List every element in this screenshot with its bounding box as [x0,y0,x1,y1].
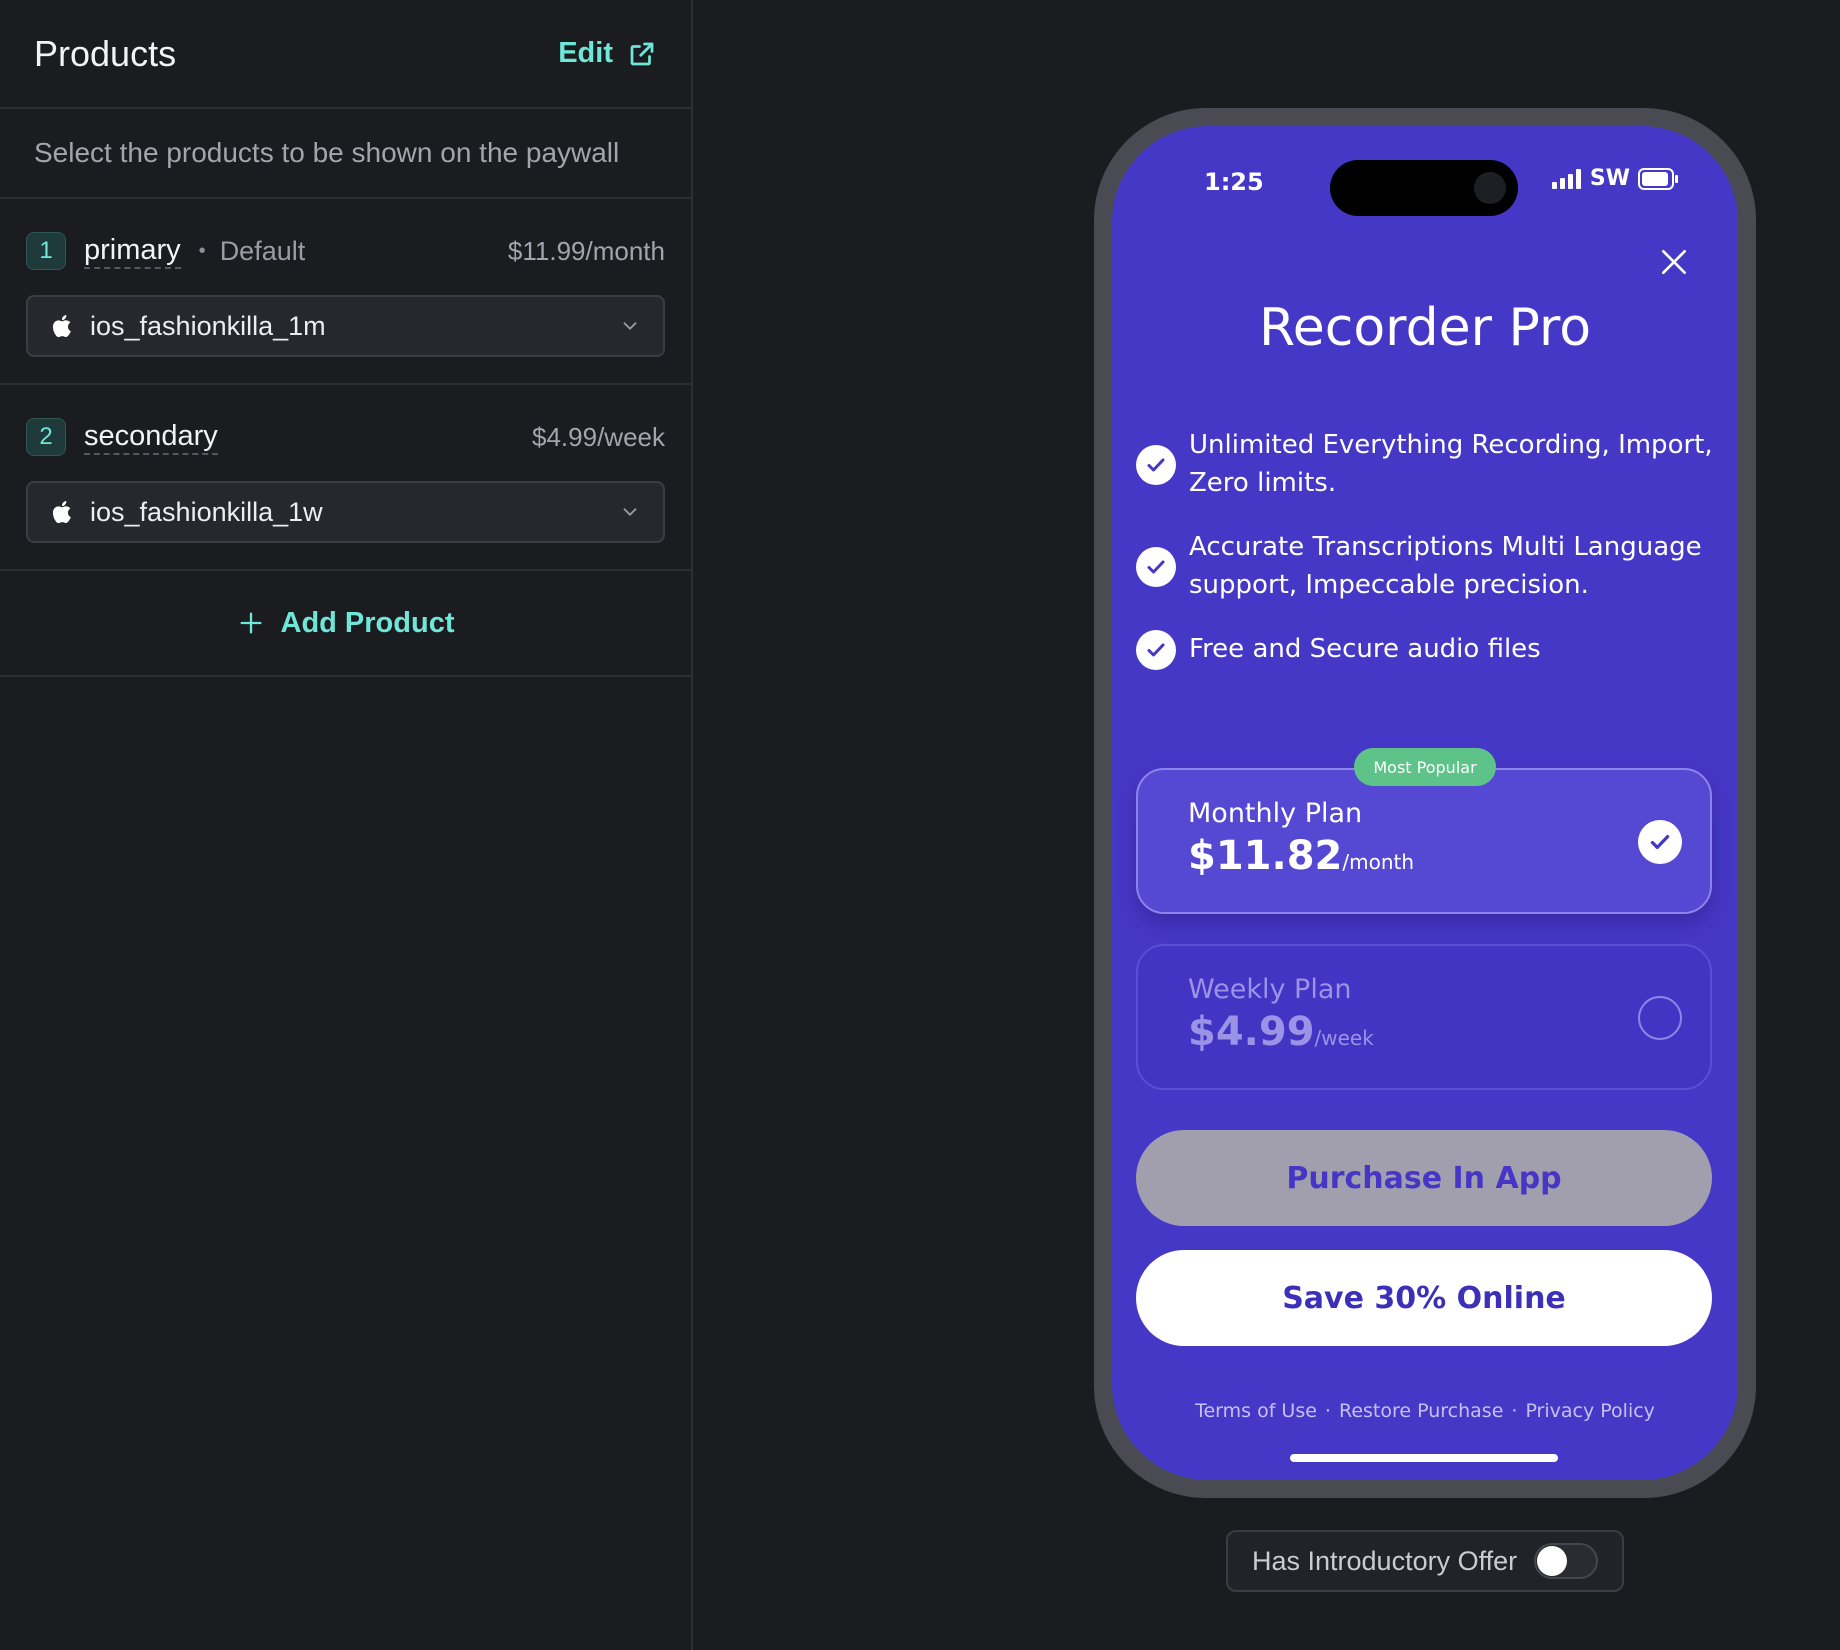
paywall-screen: 1:25 SW Recorder Pro Unlimited Everythin… [1112,126,1738,1480]
panel-title: Products [34,32,177,74]
privacy-policy-link[interactable]: Privacy Policy [1525,1400,1654,1422]
edit-label: Edit [558,37,613,69]
phone-preview: 1:25 SW Recorder Pro Unlimited Everythin… [1094,108,1756,1498]
plan-name: Weekly Plan [1188,974,1352,1005]
dynamic-island [1330,160,1518,216]
feature-text: Accurate Transcriptions Multi Language s… [1189,532,1702,600]
product-number-badge: 2 [26,418,66,456]
product-price: $11.99/month [507,235,665,266]
feature-text: Free and Secure audio files [1189,634,1541,664]
close-icon[interactable] [1658,246,1690,278]
product-name[interactable]: secondary [84,419,218,455]
selected-check-icon [1638,820,1682,864]
radio-circle-icon [1638,996,1682,1040]
product-number-badge: 1 [26,232,66,270]
purchase-in-app-button[interactable]: Purchase In App [1136,1130,1712,1226]
home-indicator [1290,1454,1558,1462]
product-price: $4.99/week [532,421,665,452]
products-panel: Products Edit Select the products to be … [0,0,693,1650]
feature-item: Free and Secure audio files [1136,630,1714,670]
separator-dot: • [198,239,206,262]
apple-icon [52,501,71,524]
signal-icon [1551,168,1581,189]
terms-link[interactable]: Terms of Use [1195,1400,1317,1422]
product-item-primary: 1 primary • Default $11.99/month ios_fas… [0,199,691,385]
external-link-icon [630,42,654,65]
plan-price: $4.99 [1188,1009,1315,1055]
plus-icon [240,612,261,634]
footer-separator: · [1324,1400,1331,1422]
check-circle-icon [1136,445,1176,485]
feature-item: Unlimited Everything Recording, Import, … [1136,426,1714,502]
panel-description: Select the products to be shown on the p… [0,109,691,199]
feature-text: Unlimited Everything Recording, Import, … [1189,430,1713,498]
status-indicators: SW [1551,166,1678,191]
restore-purchase-link[interactable]: Restore Purchase [1339,1400,1503,1422]
footer-separator: · [1511,1400,1518,1422]
edit-button[interactable]: Edit [558,37,657,70]
product-select-secondary[interactable]: ios_fashionkilla_1w [26,481,665,543]
chevron-down-icon [623,508,637,516]
chevron-down-icon [623,322,637,330]
plan-price-row: $11.82/month [1188,833,1660,879]
product-id-value: ios_fashionkilla_1w [90,496,323,527]
plan-period: /week [1314,1026,1374,1050]
introductory-offer-control: Has Introductory Offer [1226,1530,1624,1592]
carrier-label: SW [1589,166,1630,191]
product-item-secondary: 2 secondary $4.99/week ios_fashionkilla_… [0,385,691,571]
introductory-offer-label: Has Introductory Offer [1252,1545,1518,1576]
save-online-button[interactable]: Save 30% Online [1136,1250,1712,1346]
most-popular-badge: Most Popular [1354,748,1496,786]
products-header: Products Edit [0,0,691,109]
check-circle-icon [1136,630,1176,670]
product-name[interactable]: primary [84,233,181,269]
product-id-value: ios_fashionkilla_1m [90,310,326,341]
feature-list: Unlimited Everything Recording, Import, … [1136,426,1714,696]
toggle-knob [1537,1546,1567,1576]
add-product-label: Add Product [280,606,455,639]
footer-links: Terms of Use · Restore Purchase · Privac… [1112,1400,1738,1422]
paywall-title: Recorder Pro [1258,298,1592,358]
add-product-button[interactable]: Add Product [0,571,691,677]
plan-name: Monthly Plan [1188,798,1363,829]
check-circle-icon [1136,547,1176,587]
camera-dot [1474,172,1506,204]
default-tag: Default [219,235,306,266]
feature-item: Accurate Transcriptions Multi Language s… [1136,528,1714,604]
plan-price: $11.82 [1188,833,1343,879]
product-select-primary[interactable]: ios_fashionkilla_1m [26,295,665,357]
plan-period: /month [1342,850,1415,874]
introductory-offer-toggle[interactable] [1534,1543,1598,1579]
battery-icon [1638,167,1678,190]
apple-icon [52,315,71,338]
status-time: 1:25 [1204,168,1264,196]
plan-price-row: $4.99/week [1188,1009,1660,1055]
monthly-plan-option[interactable]: Monthly Plan $11.82/month [1136,768,1712,914]
weekly-plan-option[interactable]: Weekly Plan $4.99/week [1136,944,1712,1090]
